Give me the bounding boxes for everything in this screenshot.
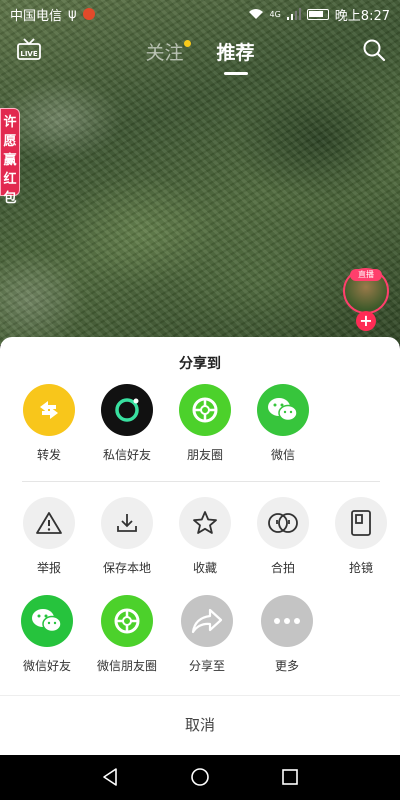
more-icon <box>261 595 313 647</box>
report-label: 举报 <box>36 561 61 575</box>
moments-icon <box>101 595 153 647</box>
save-local-button[interactable]: 保存本地 <box>88 497 166 576</box>
battery-icon <box>306 8 329 20</box>
more-share-row: 微信好友 微信朋友圈 分享至 更多 <box>0 595 400 685</box>
favorite-label: 收藏 <box>192 561 217 575</box>
status-left: 中国电信 ψ <box>10 5 95 24</box>
feed-tabs: 关注 推荐 <box>0 38 400 75</box>
more-button[interactable]: 更多 <box>248 595 326 674</box>
star-icon <box>179 497 231 549</box>
actions-row: 举报 保存本地 收藏 合拍 抢镜 <box>0 497 400 587</box>
recent-apps-icon[interactable] <box>280 767 300 787</box>
pendant-char: 包 <box>3 191 17 206</box>
message-friend-button[interactable]: 私信好友 <box>88 384 166 463</box>
wechat-friend-button[interactable]: 微信好友 <box>8 595 86 674</box>
react-button[interactable]: 抢镜 <box>322 497 400 576</box>
wechat-moments-label: 微信朋友圈 <box>96 659 157 673</box>
tab-following-label: 关注 <box>145 42 184 64</box>
status-right: 4G 晚上8:27 <box>248 5 390 24</box>
live-tag: 直播 <box>350 269 382 281</box>
duet-label: 合拍 <box>270 561 295 575</box>
section-divider <box>22 481 380 482</box>
wechat-label: 微信 <box>270 448 295 462</box>
active-tab-indicator <box>223 72 248 75</box>
wechat-icon <box>21 595 73 647</box>
wechat-button[interactable]: 微信 <box>244 384 322 463</box>
clock: 晚上8:27 <box>334 8 390 24</box>
pendant-char: 许 <box>3 115 17 130</box>
back-icon[interactable] <box>100 767 120 787</box>
system-nav-bar <box>0 755 400 800</box>
wechat-moments-button[interactable]: 微信朋友圈 <box>88 595 166 674</box>
share-sheet: 分享到 转发 私信好友 朋友圈 微信 举报 保存本地 收藏 合拍 抢镜 微信好友… <box>0 337 400 755</box>
duet-button[interactable]: 合拍 <box>244 497 322 576</box>
pendant-char: 愿 <box>3 134 17 149</box>
wechat-icon <box>257 384 309 436</box>
home-icon[interactable] <box>190 767 210 787</box>
repost-label: 转发 <box>36 448 61 462</box>
follow-button[interactable]: + <box>356 311 376 331</box>
moments-icon <box>179 384 231 436</box>
repost-button[interactable]: 转发 <box>10 384 88 463</box>
share-targets-row: 转发 私信好友 朋友圈 微信 <box>0 384 400 474</box>
notification-badge-icon <box>82 8 95 20</box>
share-to-label: 分享至 <box>188 659 225 673</box>
share-icon <box>181 595 233 647</box>
message-friend-label: 私信好友 <box>102 448 151 462</box>
usb-icon: ψ <box>68 6 77 22</box>
react-icon <box>335 497 387 549</box>
react-label: 抢镜 <box>348 561 373 575</box>
moments-button[interactable]: 朋友圈 <box>166 384 244 463</box>
repost-icon <box>23 384 75 436</box>
carrier-label: 中国电信 <box>10 8 63 24</box>
search-icon[interactable] <box>362 38 386 62</box>
pendant-char: 赢 <box>3 153 17 168</box>
new-content-dot <box>184 40 192 47</box>
cancel-button[interactable]: 取消 <box>0 696 400 755</box>
share-to-button[interactable]: 分享至 <box>168 595 246 674</box>
signal-icon <box>286 8 301 20</box>
more-label: 更多 <box>274 659 299 673</box>
share-sheet-title: 分享到 <box>179 356 221 372</box>
message-icon <box>101 384 153 436</box>
status-bar: 中国电信 ψ 4G 晚上8:27 <box>0 0 400 28</box>
wish-red-envelope-pendant[interactable]: 许 愿 赢 红 包 <box>0 108 20 206</box>
report-icon <box>23 497 75 549</box>
report-button[interactable]: 举报 <box>10 497 88 576</box>
tab-recommended[interactable]: 推荐 <box>216 38 255 75</box>
save-local-label: 保存本地 <box>102 561 151 575</box>
duet-icon <box>257 497 309 549</box>
wifi-icon <box>248 9 263 19</box>
top-nav: LIVE 关注 推荐 <box>0 34 400 78</box>
moments-label: 朋友圈 <box>186 448 223 462</box>
pendant-char: 红 <box>3 172 17 187</box>
tab-recommended-label: 推荐 <box>216 42 255 64</box>
download-icon <box>101 497 153 549</box>
favorite-button[interactable]: 收藏 <box>166 497 244 576</box>
wechat-friend-label: 微信好友 <box>22 659 71 673</box>
tab-following[interactable]: 关注 <box>145 38 192 65</box>
network-type: 4G <box>269 9 281 19</box>
